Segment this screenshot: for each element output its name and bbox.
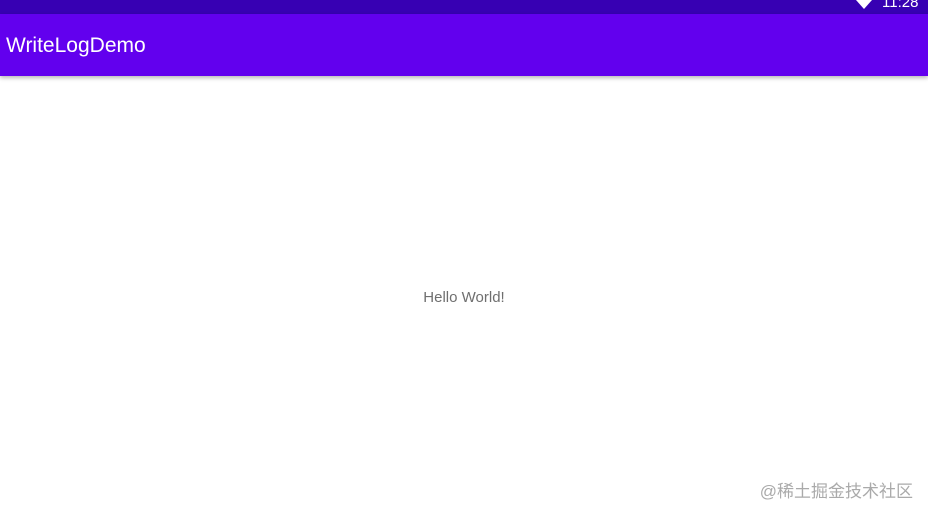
app-title: WriteLogDemo (6, 34, 146, 57)
main-content: Hello World! (0, 76, 928, 518)
wifi-icon (856, 0, 872, 9)
status-time: 11:28 (882, 0, 919, 11)
status-bar: 11:28 (0, 0, 928, 14)
hello-text: Hello World! (423, 289, 505, 306)
app-screen: 11:28 WriteLogDemo Hello World! @稀土掘金技术社… (0, 0, 928, 518)
app-bar: WriteLogDemo (0, 14, 928, 76)
watermark-text: @稀土掘金技术社区 (759, 482, 913, 501)
